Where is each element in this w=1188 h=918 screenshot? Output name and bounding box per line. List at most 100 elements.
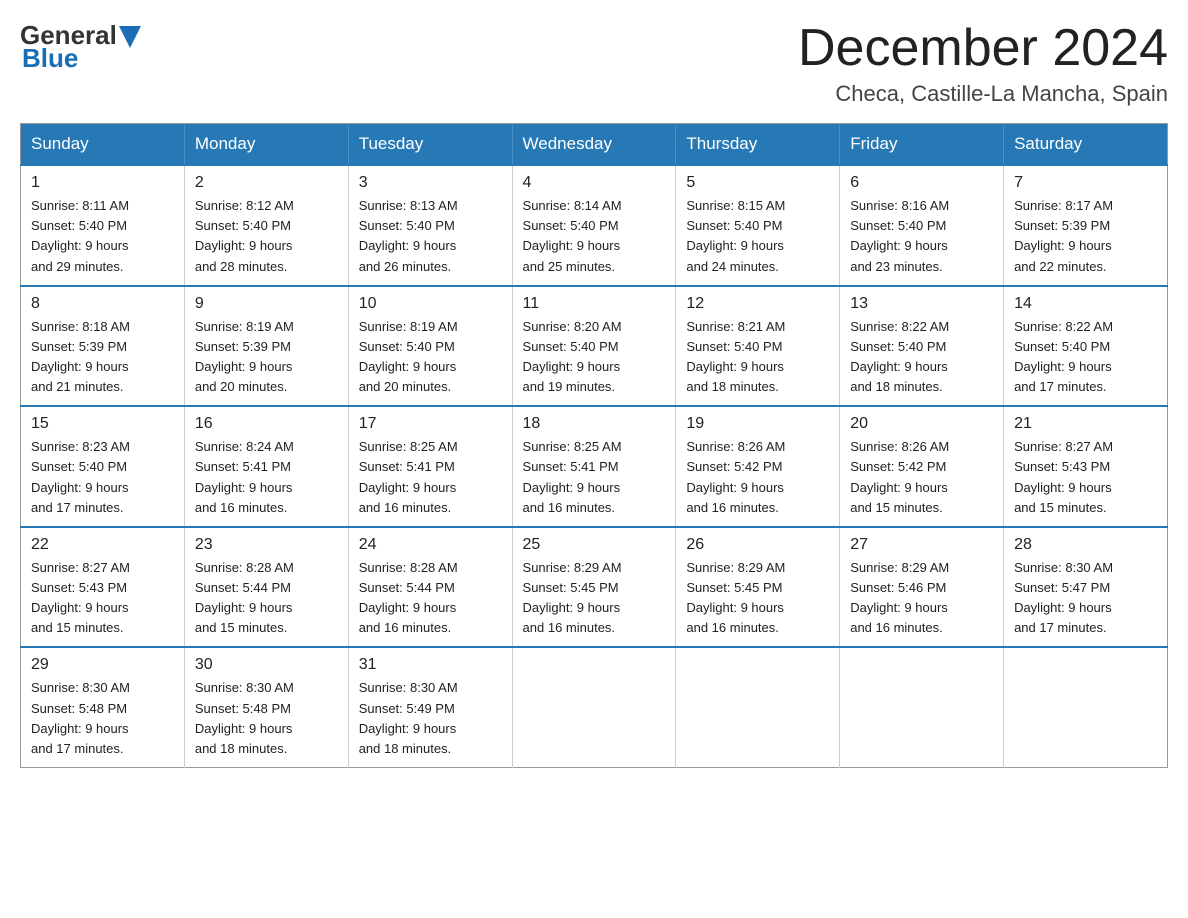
day-info: Sunrise: 8:25 AM Sunset: 5:41 PM Dayligh… [523,437,666,518]
day-info: Sunrise: 8:19 AM Sunset: 5:40 PM Dayligh… [359,317,502,398]
day-info: Sunrise: 8:26 AM Sunset: 5:42 PM Dayligh… [850,437,993,518]
day-info: Sunrise: 8:27 AM Sunset: 5:43 PM Dayligh… [31,558,174,639]
calendar-cell: 10 Sunrise: 8:19 AM Sunset: 5:40 PM Dayl… [348,286,512,407]
calendar-cell: 29 Sunrise: 8:30 AM Sunset: 5:48 PM Dayl… [21,647,185,767]
day-info: Sunrise: 8:13 AM Sunset: 5:40 PM Dayligh… [359,196,502,277]
day-number: 2 [195,174,338,192]
day-number: 29 [31,656,174,674]
day-info: Sunrise: 8:29 AM Sunset: 5:45 PM Dayligh… [686,558,829,639]
day-number: 11 [523,295,666,313]
title-area: December 2024 Checa, Castille-La Mancha,… [798,20,1168,107]
day-number: 19 [686,415,829,433]
day-number: 30 [195,656,338,674]
calendar-cell: 22 Sunrise: 8:27 AM Sunset: 5:43 PM Dayl… [21,527,185,648]
day-number: 21 [1014,415,1157,433]
day-number: 8 [31,295,174,313]
calendar-cell: 17 Sunrise: 8:25 AM Sunset: 5:41 PM Dayl… [348,406,512,527]
calendar-cell: 28 Sunrise: 8:30 AM Sunset: 5:47 PM Dayl… [1004,527,1168,648]
calendar-cell: 11 Sunrise: 8:20 AM Sunset: 5:40 PM Dayl… [512,286,676,407]
day-number: 24 [359,536,502,554]
day-number: 5 [686,174,829,192]
calendar-cell: 3 Sunrise: 8:13 AM Sunset: 5:40 PM Dayli… [348,165,512,286]
calendar-cell: 13 Sunrise: 8:22 AM Sunset: 5:40 PM Dayl… [840,286,1004,407]
day-info: Sunrise: 8:14 AM Sunset: 5:40 PM Dayligh… [523,196,666,277]
week-row-1: 1 Sunrise: 8:11 AM Sunset: 5:40 PM Dayli… [21,165,1168,286]
day-info: Sunrise: 8:24 AM Sunset: 5:41 PM Dayligh… [195,437,338,518]
calendar-cell: 23 Sunrise: 8:28 AM Sunset: 5:44 PM Dayl… [184,527,348,648]
calendar-cell: 5 Sunrise: 8:15 AM Sunset: 5:40 PM Dayli… [676,165,840,286]
calendar-cell: 16 Sunrise: 8:24 AM Sunset: 5:41 PM Dayl… [184,406,348,527]
col-header-friday: Friday [840,124,1004,166]
calendar-cell [512,647,676,767]
calendar-cell: 4 Sunrise: 8:14 AM Sunset: 5:40 PM Dayli… [512,165,676,286]
day-number: 12 [686,295,829,313]
col-header-tuesday: Tuesday [348,124,512,166]
day-info: Sunrise: 8:29 AM Sunset: 5:46 PM Dayligh… [850,558,993,639]
day-info: Sunrise: 8:15 AM Sunset: 5:40 PM Dayligh… [686,196,829,277]
calendar-table: SundayMondayTuesdayWednesdayThursdayFrid… [20,123,1168,768]
calendar-cell [1004,647,1168,767]
day-number: 16 [195,415,338,433]
calendar-cell: 19 Sunrise: 8:26 AM Sunset: 5:42 PM Dayl… [676,406,840,527]
day-info: Sunrise: 8:28 AM Sunset: 5:44 PM Dayligh… [359,558,502,639]
day-info: Sunrise: 8:12 AM Sunset: 5:40 PM Dayligh… [195,196,338,277]
day-info: Sunrise: 8:30 AM Sunset: 5:49 PM Dayligh… [359,678,502,759]
logo-blue-text: Blue [22,43,78,74]
calendar-cell: 20 Sunrise: 8:26 AM Sunset: 5:42 PM Dayl… [840,406,1004,527]
week-row-2: 8 Sunrise: 8:18 AM Sunset: 5:39 PM Dayli… [21,286,1168,407]
calendar-cell: 1 Sunrise: 8:11 AM Sunset: 5:40 PM Dayli… [21,165,185,286]
calendar-cell: 8 Sunrise: 8:18 AM Sunset: 5:39 PM Dayli… [21,286,185,407]
location-subtitle: Checa, Castille-La Mancha, Spain [798,81,1168,107]
day-number: 15 [31,415,174,433]
calendar-cell: 18 Sunrise: 8:25 AM Sunset: 5:41 PM Dayl… [512,406,676,527]
page-header: General Blue December 2024 Checa, Castil… [20,20,1168,107]
day-number: 28 [1014,536,1157,554]
col-header-monday: Monday [184,124,348,166]
day-number: 26 [686,536,829,554]
day-info: Sunrise: 8:18 AM Sunset: 5:39 PM Dayligh… [31,317,174,398]
calendar-cell: 31 Sunrise: 8:30 AM Sunset: 5:49 PM Dayl… [348,647,512,767]
calendar-cell: 6 Sunrise: 8:16 AM Sunset: 5:40 PM Dayli… [840,165,1004,286]
calendar-body: 1 Sunrise: 8:11 AM Sunset: 5:40 PM Dayli… [21,165,1168,767]
day-number: 25 [523,536,666,554]
calendar-header: SundayMondayTuesdayWednesdayThursdayFrid… [21,124,1168,166]
calendar-cell: 27 Sunrise: 8:29 AM Sunset: 5:46 PM Dayl… [840,527,1004,648]
week-row-5: 29 Sunrise: 8:30 AM Sunset: 5:48 PM Dayl… [21,647,1168,767]
day-info: Sunrise: 8:30 AM Sunset: 5:48 PM Dayligh… [195,678,338,759]
day-number: 1 [31,174,174,192]
day-number: 13 [850,295,993,313]
logo-triangle-icon [119,26,141,48]
day-number: 20 [850,415,993,433]
calendar-cell: 30 Sunrise: 8:30 AM Sunset: 5:48 PM Dayl… [184,647,348,767]
col-header-sunday: Sunday [21,124,185,166]
day-number: 10 [359,295,502,313]
day-number: 18 [523,415,666,433]
day-info: Sunrise: 8:26 AM Sunset: 5:42 PM Dayligh… [686,437,829,518]
col-header-thursday: Thursday [676,124,840,166]
day-info: Sunrise: 8:20 AM Sunset: 5:40 PM Dayligh… [523,317,666,398]
col-header-wednesday: Wednesday [512,124,676,166]
day-info: Sunrise: 8:25 AM Sunset: 5:41 PM Dayligh… [359,437,502,518]
header-row: SundayMondayTuesdayWednesdayThursdayFrid… [21,124,1168,166]
col-header-saturday: Saturday [1004,124,1168,166]
calendar-cell: 9 Sunrise: 8:19 AM Sunset: 5:39 PM Dayli… [184,286,348,407]
day-number: 31 [359,656,502,674]
day-info: Sunrise: 8:22 AM Sunset: 5:40 PM Dayligh… [850,317,993,398]
day-number: 22 [31,536,174,554]
day-info: Sunrise: 8:30 AM Sunset: 5:47 PM Dayligh… [1014,558,1157,639]
week-row-4: 22 Sunrise: 8:27 AM Sunset: 5:43 PM Dayl… [21,527,1168,648]
calendar-cell: 25 Sunrise: 8:29 AM Sunset: 5:45 PM Dayl… [512,527,676,648]
day-number: 9 [195,295,338,313]
day-number: 27 [850,536,993,554]
day-info: Sunrise: 8:23 AM Sunset: 5:40 PM Dayligh… [31,437,174,518]
day-info: Sunrise: 8:11 AM Sunset: 5:40 PM Dayligh… [31,196,174,277]
day-info: Sunrise: 8:17 AM Sunset: 5:39 PM Dayligh… [1014,196,1157,277]
day-number: 17 [359,415,502,433]
day-info: Sunrise: 8:27 AM Sunset: 5:43 PM Dayligh… [1014,437,1157,518]
calendar-cell [840,647,1004,767]
day-info: Sunrise: 8:22 AM Sunset: 5:40 PM Dayligh… [1014,317,1157,398]
day-info: Sunrise: 8:30 AM Sunset: 5:48 PM Dayligh… [31,678,174,759]
calendar-cell [676,647,840,767]
logo: General Blue [20,20,141,74]
day-number: 14 [1014,295,1157,313]
